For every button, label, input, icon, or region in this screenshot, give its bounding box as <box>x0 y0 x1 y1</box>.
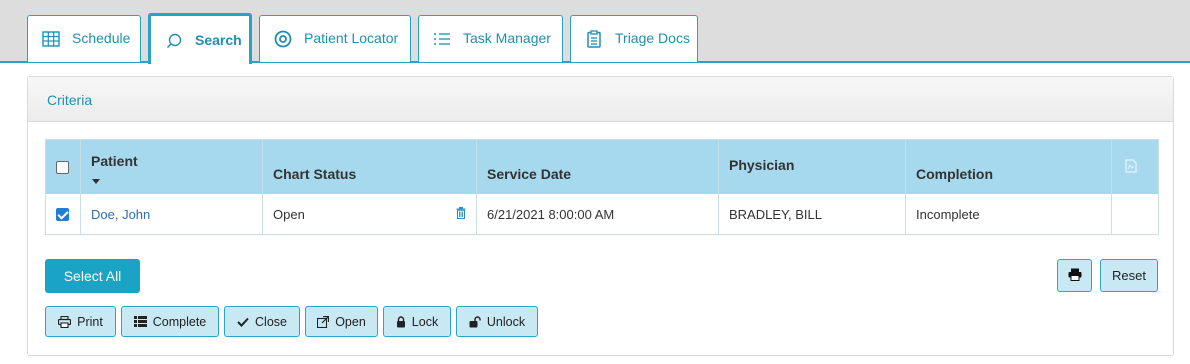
close-button[interactable]: Close <box>224 306 300 337</box>
column-completion[interactable]: Completion <box>906 140 1112 194</box>
clipboard-icon <box>585 30 603 48</box>
tab-label: Patient Locator <box>304 30 399 46</box>
column-physician[interactable]: Physician <box>719 140 906 194</box>
list-icon <box>433 30 451 48</box>
tab-label: Search <box>195 32 242 48</box>
cell-chart-status: Open <box>263 194 477 234</box>
row-checkbox-cell <box>46 194 81 234</box>
service-date-value: 6/21/2021 8:00:00 AM <box>487 206 615 222</box>
cell-physician: BRADLEY, BILL <box>719 194 906 234</box>
grid-icon <box>42 30 60 48</box>
cell-empty <box>1112 194 1158 234</box>
tab-label: Triage Docs <box>615 30 690 46</box>
cell-service-date: 6/21/2021 8:00:00 AM <box>477 194 719 234</box>
open-button[interactable]: Open <box>305 306 378 337</box>
tab-search[interactable]: Search <box>148 13 252 64</box>
results-table: Patient Chart Status Service Date Physic… <box>45 139 1159 235</box>
panel-title[interactable]: Criteria <box>28 77 1173 122</box>
printer-icon <box>58 315 72 328</box>
column-patient[interactable]: Patient <box>81 140 263 194</box>
column-chart-status[interactable]: Chart Status <box>263 140 477 194</box>
export-pdf-cell <box>1112 140 1158 194</box>
column-header-label: Completion <box>916 166 993 182</box>
printer-icon <box>1068 268 1082 284</box>
print-table-button[interactable] <box>1057 259 1092 292</box>
print-button[interactable]: Print <box>45 306 116 337</box>
unlock-button[interactable]: Unlock <box>456 306 538 337</box>
complete-button[interactable]: Complete <box>121 306 219 337</box>
completion-value: Incomplete <box>916 206 980 222</box>
search-icon <box>165 32 183 50</box>
table-header: Patient Chart Status Service Date Physic… <box>46 140 1158 194</box>
list-icon <box>133 316 147 327</box>
complete-label: Complete <box>152 314 207 329</box>
tab-triage-docs[interactable]: Triage Docs <box>570 15 698 62</box>
close-label: Close <box>255 314 287 329</box>
lock-button[interactable]: Lock <box>383 306 451 337</box>
header-checkbox[interactable] <box>56 160 69 174</box>
column-service-date[interactable]: Service Date <box>477 140 719 194</box>
pdf-icon[interactable] <box>1125 158 1137 176</box>
print-label: Print <box>77 314 103 329</box>
reset-label: Reset <box>1112 268 1146 283</box>
physician-value: BRADLEY, BILL <box>729 206 822 222</box>
column-header-label: Service Date <box>487 166 572 182</box>
cell-patient: Doe, John <box>81 194 263 234</box>
patient-link[interactable]: Doe, John <box>91 207 150 222</box>
table-row[interactable]: Doe, John Open 6/21/2021 8:00:00 AM BRAD… <box>46 194 1158 234</box>
unlock-label: Unlock <box>486 314 526 329</box>
tab-task-manager[interactable]: Task Manager <box>418 15 563 62</box>
external-link-icon <box>317 315 330 328</box>
column-header-label: Chart Status <box>273 166 357 182</box>
sort-desc-icon <box>91 172 101 188</box>
select-all-button[interactable]: Select All <box>45 259 140 293</box>
row-checkbox[interactable] <box>56 207 69 221</box>
unlock-icon <box>469 315 481 328</box>
tab-schedule[interactable]: Schedule <box>27 15 141 62</box>
open-label: Open <box>335 314 366 329</box>
lock-icon <box>396 315 406 328</box>
checkmark-icon <box>237 317 249 327</box>
column-header-label: Physician <box>729 157 795 173</box>
column-header-label: Patient <box>91 153 138 169</box>
tab-patient-locator[interactable]: Patient Locator <box>259 15 411 62</box>
chart-status-value: Open <box>273 206 305 222</box>
reset-button[interactable]: Reset <box>1100 259 1158 292</box>
tab-label: Task Manager <box>463 30 551 46</box>
lock-label: Lock <box>411 314 439 329</box>
cell-completion: Incomplete <box>906 194 1112 234</box>
select-all-checkbox-cell <box>46 140 81 194</box>
tab-label: Schedule <box>72 30 131 46</box>
target-icon <box>274 30 292 48</box>
trash-icon[interactable] <box>456 206 466 222</box>
